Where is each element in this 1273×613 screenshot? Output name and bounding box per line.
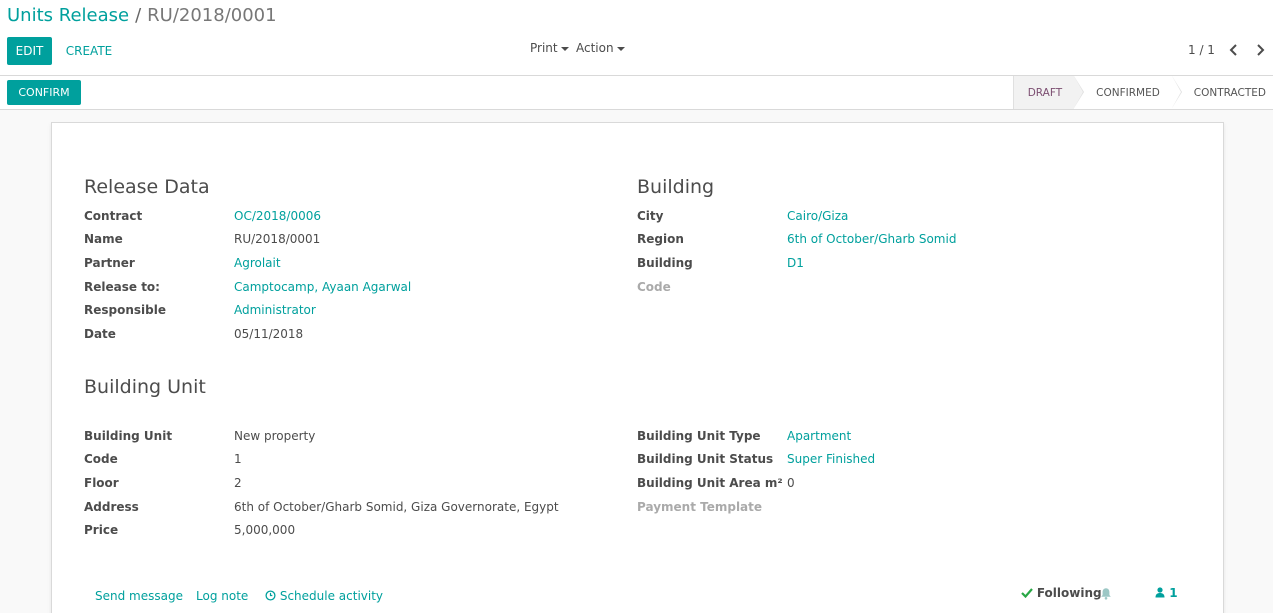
field-value-unit-area: 0 [787, 476, 795, 490]
create-button[interactable]: CREATE [60, 37, 118, 65]
field-value-date: 05/11/2018 [234, 327, 304, 341]
breadcrumb-parent-link[interactable]: Units Release [7, 5, 129, 26]
status-bar: CONFIRM DRAFT CONFIRMED CONTRACTED [0, 76, 1273, 110]
field-label-contract: Contract [84, 209, 143, 223]
field-value-region[interactable]: 6th of October/Gharb Somid [787, 232, 956, 246]
field-label-unit-type: Building Unit Type [637, 429, 761, 443]
stage-confirmed[interactable]: CONFIRMED [1074, 76, 1182, 109]
building-unit-title: Building Unit [84, 376, 206, 398]
field-label-partner: Partner [84, 256, 135, 270]
field-label-city: City [637, 209, 664, 223]
stage-draft[interactable]: DRAFT [1012, 76, 1085, 109]
pager-next-button[interactable] [1252, 41, 1268, 59]
followers-button[interactable]: 1 [1155, 586, 1178, 600]
field-value-unit-code: 1 [234, 452, 242, 466]
field-value-floor: 2 [234, 476, 242, 490]
following-label: Following [1036, 586, 1102, 600]
field-label-region: Region [637, 232, 684, 246]
send-message-button[interactable]: Send message [95, 589, 183, 603]
confirm-button[interactable]: CONFIRM [7, 80, 81, 105]
field-value-responsible[interactable]: Administrator [234, 303, 316, 317]
chevron-left-icon [1229, 44, 1237, 56]
field-label-address: Address [84, 500, 139, 514]
field-label-name: Name [84, 232, 123, 246]
field-value-city[interactable]: Cairo/Giza [787, 209, 848, 223]
field-label-unit-code: Code [84, 452, 118, 466]
breadcrumb: Units Release / RU/2018/0001 [7, 5, 277, 26]
field-label-price: Price [84, 523, 119, 537]
field-value-contract[interactable]: OC/2018/0006 [234, 209, 321, 223]
stage-arrow-inner [1171, 76, 1181, 108]
field-label-release-to: Release to: [84, 280, 160, 294]
stage-pipeline: DRAFT CONFIRMED CONTRACTED [1012, 76, 1273, 109]
field-label-building: Building [637, 256, 693, 270]
pager-value[interactable]: 1 / 1 [1188, 43, 1215, 57]
print-dropdown[interactable]: Print [530, 41, 569, 55]
schedule-activity-label: Schedule activity [279, 589, 384, 603]
schedule-activity-button[interactable]: Schedule activity [265, 589, 383, 603]
following-button[interactable]: Following [1021, 586, 1102, 600]
field-value-building-unit: New property [234, 429, 316, 443]
edit-button[interactable]: EDIT [7, 37, 52, 65]
building-title: Building [637, 176, 715, 198]
field-value-address: 6th of October/Gharb Somid, Giza Governo… [234, 500, 559, 514]
bell-icon [1101, 588, 1111, 600]
stage-contracted[interactable]: CONTRACTED [1172, 76, 1273, 109]
breadcrumb-current: RU/2018/0001 [147, 5, 277, 26]
stage-label: CONTRACTED [1193, 86, 1266, 99]
field-value-partner[interactable]: Agrolait [234, 256, 281, 270]
field-value-name: RU/2018/0001 [234, 232, 321, 246]
field-label-building-unit: Building Unit [84, 429, 173, 443]
control-panel: Units Release / RU/2018/0001 EDIT CREATE P… [0, 0, 1273, 76]
field-label-payment-template: Payment Template [637, 500, 763, 514]
stage-label: DRAFT [1027, 86, 1063, 99]
field-label-code: Code [637, 280, 671, 294]
clock-icon [265, 590, 276, 601]
stage-label: CONFIRMED [1096, 86, 1160, 99]
action-dropdown-label: Action [576, 41, 614, 55]
action-dropdown[interactable]: Action [576, 41, 625, 55]
field-value-building[interactable]: D1 [787, 256, 804, 270]
release-data-title: Release Data [84, 176, 210, 198]
field-value-unit-type[interactable]: Apartment [787, 429, 851, 443]
user-icon [1155, 587, 1165, 598]
field-value-release-to[interactable]: Camptocamp, Ayaan Agarwal [234, 280, 411, 294]
check-icon [1021, 588, 1033, 599]
field-value-price: 5,000,000 [234, 523, 296, 537]
caret-down-icon [560, 46, 569, 51]
field-label-date: Date [84, 327, 116, 341]
field-label-unit-area: Building Unit Area m² [637, 476, 783, 490]
breadcrumb-separator: / [135, 5, 142, 26]
notifications-button[interactable] [1100, 587, 1112, 603]
field-label-responsible: Responsible [84, 303, 166, 317]
field-value-unit-status[interactable]: Super Finished [787, 452, 875, 466]
field-label-floor: Floor [84, 476, 119, 490]
log-note-button[interactable]: Log note [196, 589, 248, 603]
caret-down-icon [616, 46, 625, 51]
followers-count: 1 [1169, 586, 1178, 600]
stage-arrow-inner [1074, 76, 1084, 108]
chevron-right-icon [1257, 44, 1265, 56]
print-dropdown-label: Print [530, 41, 558, 55]
pager-previous-button[interactable] [1226, 41, 1242, 59]
field-label-unit-status: Building Unit Status [637, 452, 774, 466]
